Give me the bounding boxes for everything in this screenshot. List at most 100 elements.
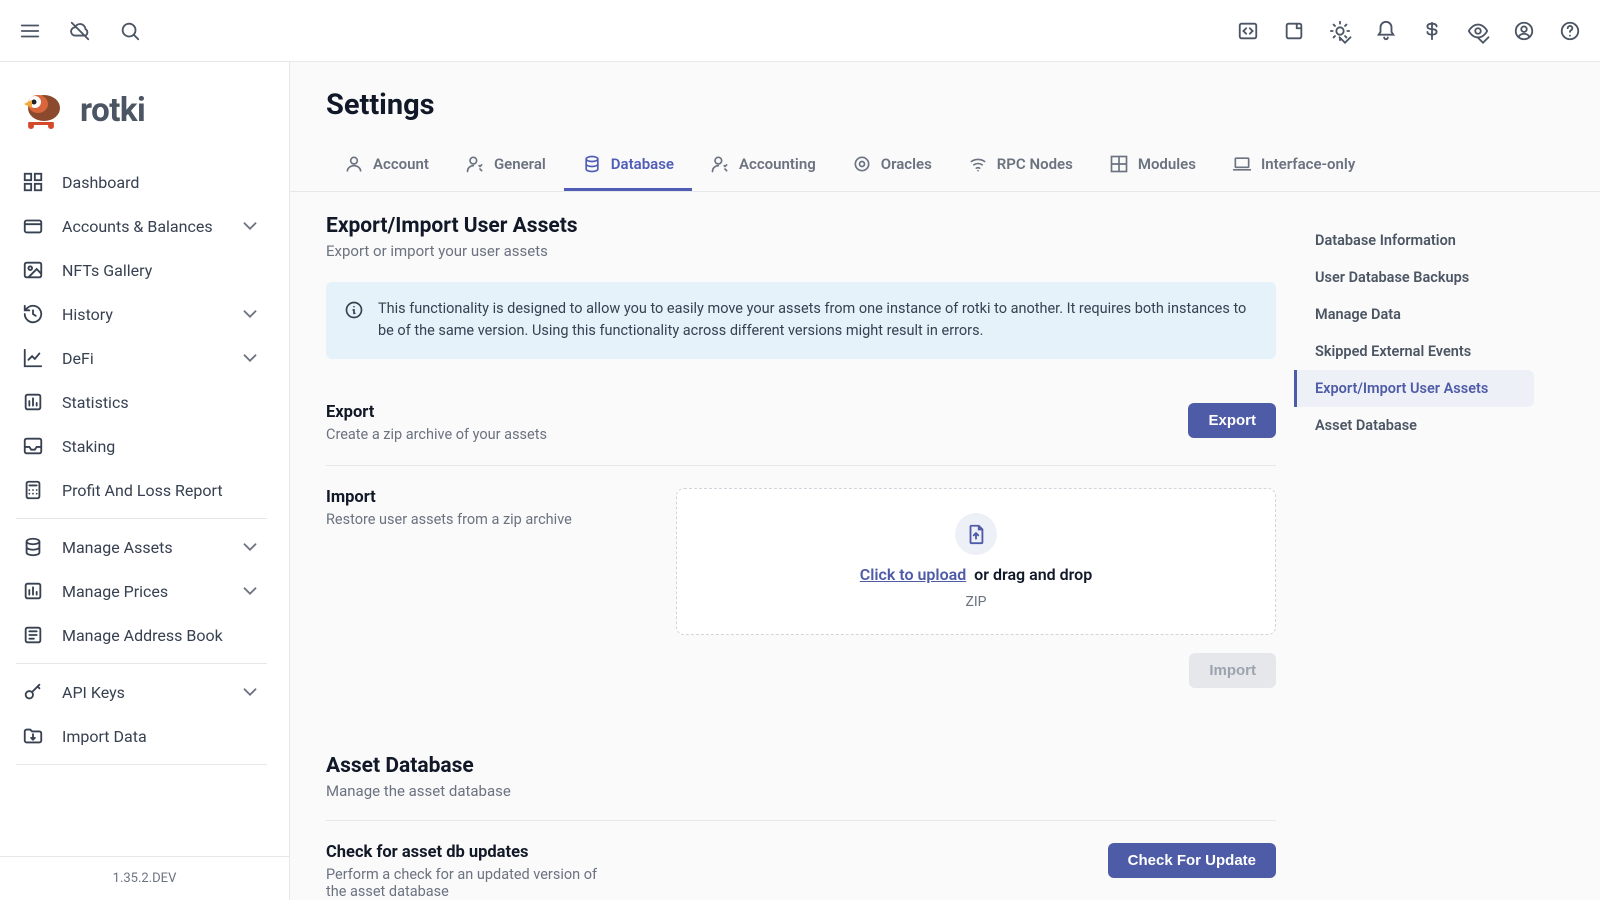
menu-icon[interactable] <box>18 19 42 43</box>
right-nav: Database Information User Database Backu… <box>1294 214 1534 900</box>
calculator-icon <box>22 479 44 501</box>
grid-icon <box>1109 154 1129 174</box>
rightnav-export-import[interactable]: Export/Import User Assets <box>1294 370 1534 407</box>
sidebar-item-label: Import Data <box>62 727 147 746</box>
note-icon[interactable] <box>1282 19 1306 43</box>
sidebar: rotki Dashboard Accounts & Balances NFTs… <box>0 62 290 900</box>
sidebar-item-import-data[interactable]: Import Data <box>0 714 283 758</box>
sidebar-divider <box>16 518 267 519</box>
image-icon <box>22 259 44 281</box>
sidebar-item-label: API Keys <box>62 683 125 702</box>
database-icon <box>582 154 602 174</box>
file-upload-icon <box>955 513 997 555</box>
account-icon[interactable] <box>1512 19 1536 43</box>
sidebar-divider <box>16 764 267 765</box>
tab-label: Account <box>373 155 429 173</box>
upload-dropzone[interactable]: Click to upload or drag and drop ZIP <box>676 488 1276 635</box>
sidebar-item-label: Profit And Loss Report <box>62 481 223 500</box>
export-button[interactable]: Export <box>1188 403 1276 438</box>
upload-link[interactable]: Click to upload <box>860 565 967 584</box>
database-icon <box>22 536 44 558</box>
tab-label: Modules <box>1138 155 1196 173</box>
info-icon <box>344 300 364 320</box>
chevron-down-icon <box>239 347 261 369</box>
privacy-icon[interactable] <box>1466 19 1490 43</box>
main-content: Settings Account General Database Accoun… <box>290 62 1600 900</box>
rightnav-user-backups[interactable]: User Database Backups <box>1294 259 1534 296</box>
sidebar-item-label: Dashboard <box>62 173 139 192</box>
sidebar-item-label: Statistics <box>62 393 129 412</box>
sidebar-item-label: Staking <box>62 437 115 456</box>
tab-database[interactable]: Database <box>564 144 692 191</box>
tab-label: Oracles <box>881 155 932 173</box>
key-icon <box>22 681 44 703</box>
chart-icon <box>22 347 44 369</box>
section-title-export-import: Export/Import User Assets <box>326 214 1276 238</box>
sidebar-item-label: Manage Assets <box>62 538 173 557</box>
tab-label: General <box>494 155 546 173</box>
sidebar-item-pnl[interactable]: Profit And Loss Report <box>0 468 283 512</box>
theme-icon[interactable] <box>1328 19 1352 43</box>
sidebar-item-manage-prices[interactable]: Manage Prices <box>0 569 283 613</box>
info-banner: This functionality is designed to allow … <box>326 282 1276 359</box>
sidebar-item-nfts[interactable]: NFTs Gallery <box>0 248 283 292</box>
tab-label: Interface-only <box>1261 155 1355 173</box>
sidebar-item-label: DeFi <box>62 349 94 368</box>
section-title-asset-db: Asset Database <box>326 754 1276 778</box>
export-sub: Create a zip archive of your assets <box>326 426 616 443</box>
check-update-button[interactable]: Check For Update <box>1108 843 1276 878</box>
chevron-down-icon <box>239 536 261 558</box>
sidebar-item-dashboard[interactable]: Dashboard <box>0 160 283 204</box>
sidebar-divider <box>16 663 267 664</box>
sidebar-item-manage-assets[interactable]: Manage Assets <box>0 525 283 569</box>
code-icon[interactable] <box>1236 19 1260 43</box>
tab-interface-only[interactable]: Interface-only <box>1214 144 1373 191</box>
rightnav-asset-db[interactable]: Asset Database <box>1294 407 1534 444</box>
topbar <box>0 0 1600 62</box>
tab-label: Accounting <box>739 155 816 173</box>
tab-modules[interactable]: Modules <box>1091 144 1214 191</box>
sidebar-item-defi[interactable]: DeFi <box>0 336 283 380</box>
upload-hint: ZIP <box>965 594 986 610</box>
bar-chart-icon <box>22 580 44 602</box>
sidebar-item-staking[interactable]: Staking <box>0 424 283 468</box>
brand-logo-icon <box>18 86 66 134</box>
tab-accounting[interactable]: Accounting <box>692 144 834 191</box>
dashboard-icon <box>22 171 44 193</box>
rightnav-manage-data[interactable]: Manage Data <box>1294 296 1534 333</box>
brand[interactable]: rotki <box>0 62 283 160</box>
sidebar-item-accounts[interactable]: Accounts & Balances <box>0 204 283 248</box>
tab-general[interactable]: General <box>447 144 564 191</box>
sidebar-item-address-book[interactable]: Manage Address Book <box>0 613 283 657</box>
sidebar-item-label: Manage Address Book <box>62 626 223 645</box>
notifications-icon[interactable] <box>1374 19 1398 43</box>
bar-chart-icon <box>22 391 44 413</box>
folder-import-icon <box>22 725 44 747</box>
sidebar-item-label: NFTs Gallery <box>62 261 152 280</box>
settings-tabs: Account General Database Accounting Orac… <box>290 122 1600 192</box>
search-icon[interactable] <box>118 19 142 43</box>
tab-rpc-nodes[interactable]: RPC Nodes <box>950 144 1091 191</box>
sidebar-item-api-keys[interactable]: API Keys <box>0 670 283 714</box>
upload-rest: or drag and drop <box>974 565 1092 584</box>
rightnav-db-info[interactable]: Database Information <box>1294 222 1534 259</box>
rightnav-skipped-events[interactable]: Skipped External Events <box>1294 333 1534 370</box>
import-title: Import <box>326 488 646 507</box>
wallet-icon <box>22 215 44 237</box>
section-sub-asset-db: Manage the asset database <box>326 782 1276 800</box>
help-icon[interactable] <box>1558 19 1582 43</box>
import-row: Import Restore user assets from a zip ar… <box>326 466 1276 710</box>
chevron-down-icon <box>239 580 261 602</box>
tab-label: Database <box>611 155 674 173</box>
sidebar-item-label: History <box>62 305 113 324</box>
import-button[interactable]: Import <box>1189 653 1276 688</box>
sidebar-item-statistics[interactable]: Statistics <box>0 380 283 424</box>
tab-oracles[interactable]: Oracles <box>834 144 950 191</box>
sidebar-item-history[interactable]: History <box>0 292 283 336</box>
check-update-row: Check for asset db updates Perform a che… <box>326 821 1276 900</box>
cloud-off-icon[interactable] <box>68 19 92 43</box>
currency-icon[interactable] <box>1420 19 1444 43</box>
sidebar-item-label: Accounts & Balances <box>62 217 213 236</box>
tab-account[interactable]: Account <box>326 144 447 191</box>
wifi-icon <box>968 154 988 174</box>
